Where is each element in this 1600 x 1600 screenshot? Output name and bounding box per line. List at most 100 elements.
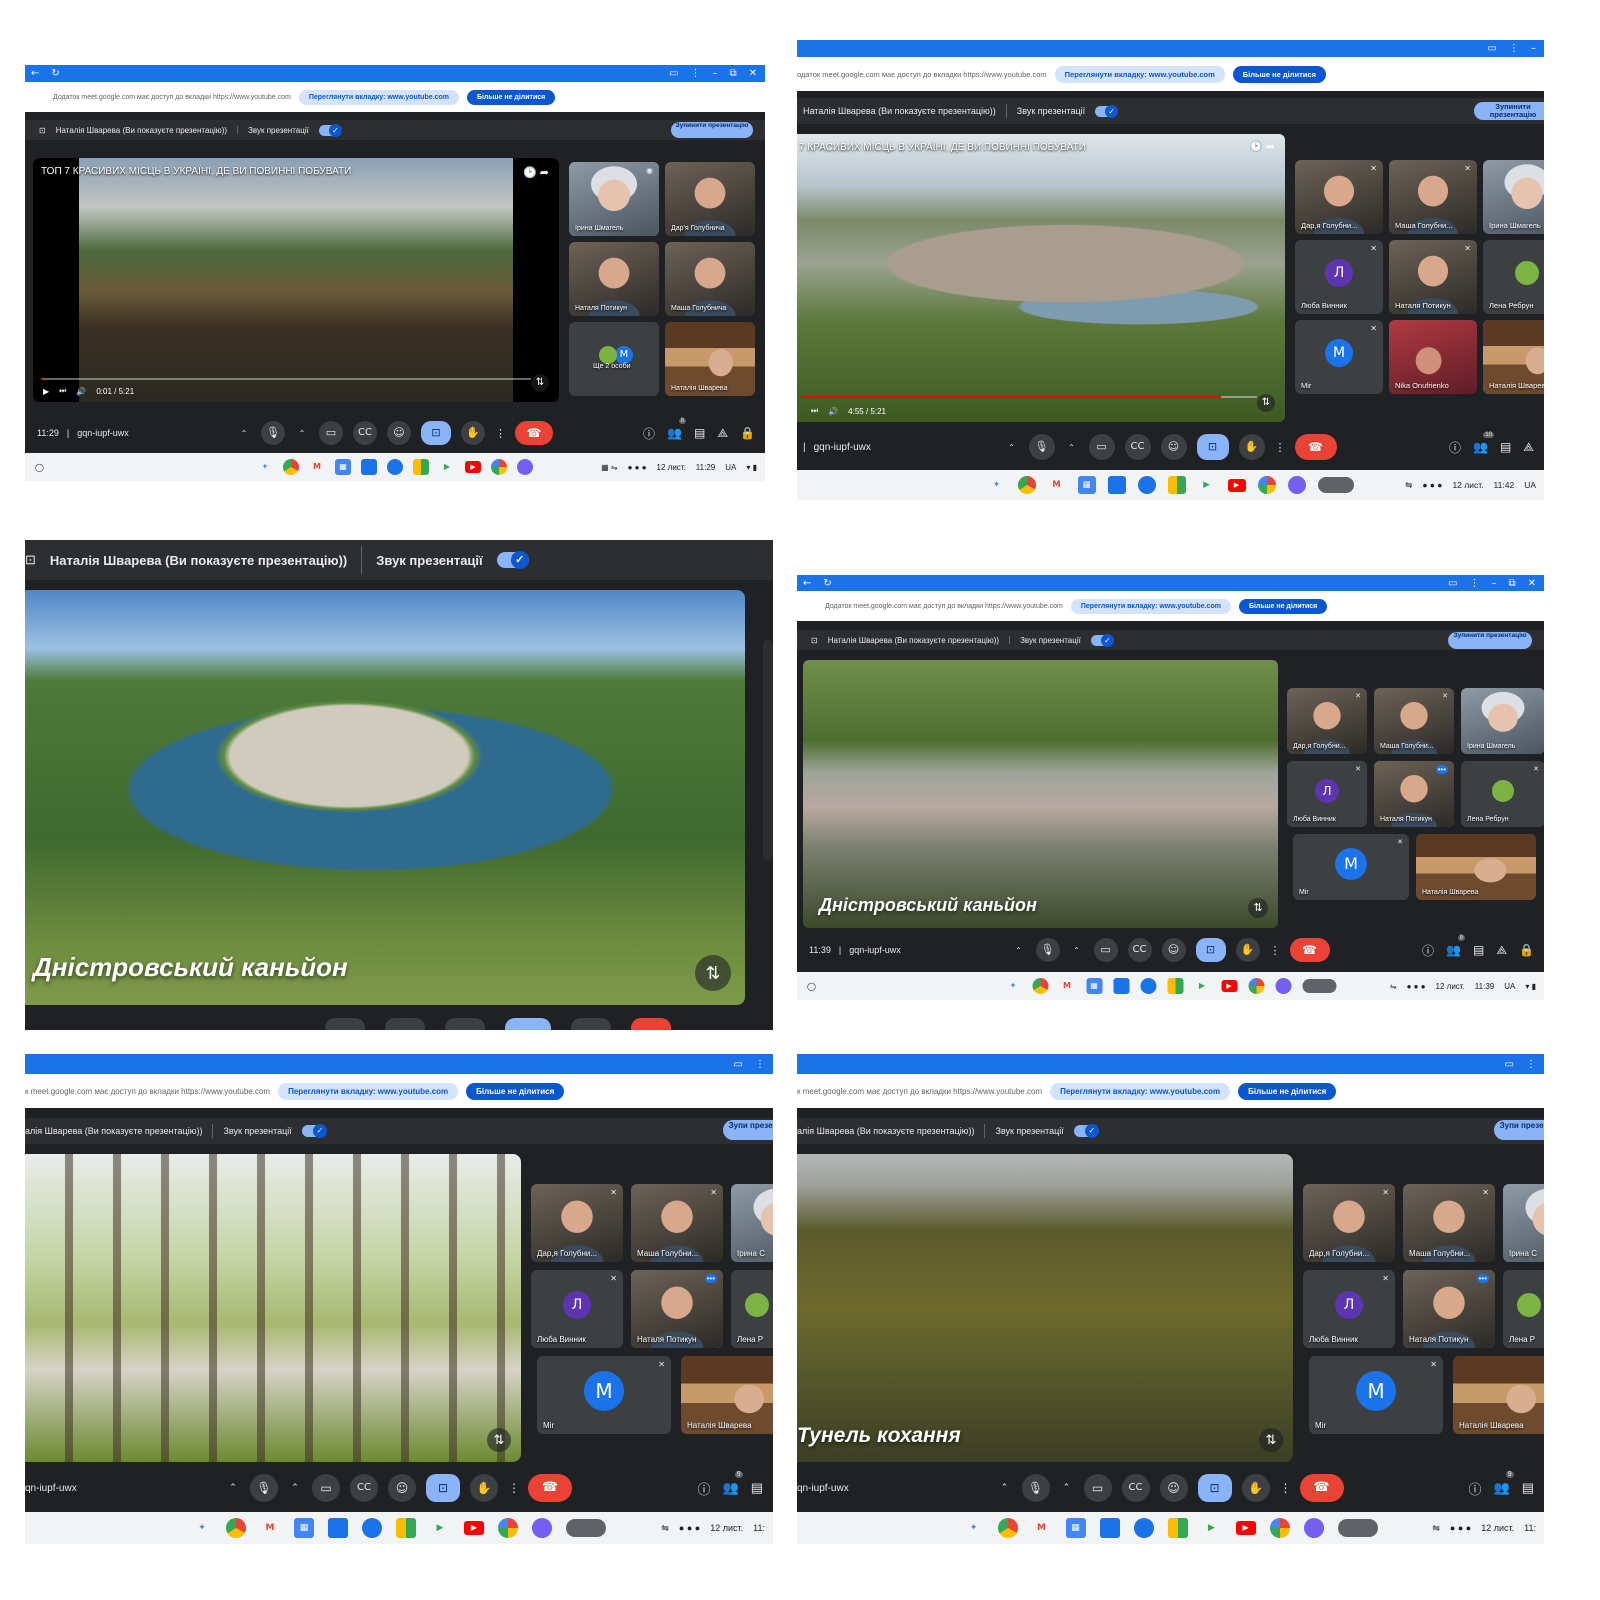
captions-icon[interactable]: CC: [1124, 434, 1151, 460]
present-screen-icon[interactable]: ⊡: [1196, 434, 1229, 460]
participant-tile[interactable]: ✕ Лена Ребрун: [1461, 761, 1544, 827]
gmail-icon[interactable]: M: [309, 459, 325, 475]
participant-tile[interactable]: Наталія Шварева: [665, 322, 755, 396]
youtube-icon[interactable]: ▶: [1221, 980, 1237, 992]
present-screen-icon[interactable]: ⊡: [1197, 1474, 1232, 1502]
raise-hand-icon[interactable]: ✋: [1235, 938, 1260, 962]
participant-tile[interactable]: Л ✕ Люба Винник: [1295, 240, 1383, 314]
settings-icon[interactable]: ⇅: [531, 374, 549, 392]
messages-icon[interactable]: [387, 459, 403, 475]
present-screen-icon[interactable]: ⊡: [1195, 938, 1226, 962]
chevron-up-icon[interactable]: ⌃: [1070, 946, 1084, 955]
chrome-icon[interactable]: [283, 459, 299, 475]
reload-icon[interactable]: ↻: [51, 68, 59, 79]
files-icon[interactable]: [1107, 476, 1126, 494]
participant-tile[interactable]: ✕ Маша Голубни...: [1374, 688, 1454, 754]
participant-tile[interactable]: M ✕ Mir: [1309, 1356, 1443, 1434]
assistant-icon[interactable]: ✦: [1005, 978, 1021, 994]
participant-tile[interactable]: ✕ Маша Голубни...: [1403, 1184, 1495, 1262]
meet-icon[interactable]: [1167, 978, 1183, 994]
chevron-up-icon[interactable]: ⌃: [295, 429, 309, 438]
info-icon[interactable]: ⓘ: [1422, 942, 1434, 959]
chrome-icon[interactable]: [997, 1518, 1018, 1538]
gmail-icon[interactable]: M: [260, 1518, 280, 1538]
play-store-icon[interactable]: ▶: [430, 1518, 450, 1538]
cast-icon[interactable]: ▭: [734, 1059, 743, 1070]
close-icon[interactable]: ✕: [1528, 578, 1536, 589]
restore-icon[interactable]: ⧉: [729, 68, 736, 79]
window-previews-icon[interactable]: [566, 1519, 606, 1537]
swap-layout-icon[interactable]: ⇅: [1259, 1428, 1283, 1452]
stop-presenting-button[interactable]: Зупинити презентацію: [671, 122, 753, 138]
viber-icon[interactable]: [532, 1518, 552, 1538]
play-icon[interactable]: ▶: [43, 387, 49, 396]
activities-icon[interactable]: ⟁: [717, 426, 728, 441]
chevron-up-icon[interactable]: ⌃: [237, 429, 251, 438]
calendar-icon[interactable]: ▦: [1077, 476, 1096, 494]
youtube-icon[interactable]: ▶: [1235, 1521, 1256, 1535]
camera-icon[interactable]: ▭: [312, 1474, 340, 1502]
microphone-icon[interactable]: 🎙: [1028, 434, 1055, 460]
more-vert-icon[interactable]: ⋮: [1270, 944, 1281, 957]
participant-tile[interactable]: Наталія Шварева: [1416, 834, 1536, 900]
more-vert-icon[interactable]: ⋮: [508, 1481, 520, 1495]
participant-tile[interactable]: Наталія Шварева: [1483, 320, 1544, 394]
emoji-icon[interactable]: ☺: [1161, 938, 1186, 962]
end-call-icon[interactable]: ☎: [515, 421, 553, 445]
gmail-icon[interactable]: M: [1032, 1518, 1052, 1538]
menu-icon[interactable]: ⋮: [690, 68, 700, 79]
stop-presenting-button[interactable]: Зупинити презентацію: [1474, 102, 1544, 120]
swap-layout-icon[interactable]: ⇅: [695, 955, 731, 991]
view-tab-button[interactable]: Переглянути вкладку: www.youtube.com: [298, 89, 459, 105]
calendar-icon[interactable]: ▦: [1086, 978, 1102, 994]
messages-icon[interactable]: [1137, 476, 1156, 494]
stop-presenting-button[interactable]: Зупи презен: [1494, 1120, 1544, 1140]
more-horiz-icon[interactable]: •••: [704, 1274, 717, 1283]
video-progress-bar[interactable]: [41, 378, 531, 380]
viber-icon[interactable]: [517, 459, 533, 475]
chat-icon[interactable]: ▤: [1522, 1480, 1534, 1496]
camera-icon[interactable]: ▭: [1088, 434, 1115, 460]
video-progress-bar[interactable]: [801, 396, 1257, 398]
chevron-up-icon[interactable]: ⌃: [1065, 443, 1079, 452]
emoji-icon[interactable]: ☺: [1159, 1474, 1188, 1502]
chevron-up-icon[interactable]: ⌃: [1060, 1483, 1074, 1493]
end-call-icon[interactable]: ☎: [1299, 1474, 1344, 1502]
close-icon[interactable]: ✕: [749, 68, 757, 79]
participant-tile[interactable]: Маша Голубнича: [665, 242, 755, 316]
launcher-icon[interactable]: ◯: [35, 463, 44, 472]
host-controls-icon[interactable]: 🔒: [740, 426, 755, 440]
view-tab-button[interactable]: Переглянути вкладку: www.youtube.com: [1070, 598, 1231, 614]
camera-icon[interactable]: ▭: [1083, 1474, 1112, 1502]
raise-hand-icon[interactable]: ✋: [1238, 434, 1265, 460]
stop-sharing-button[interactable]: Більше не ділитися: [466, 1082, 565, 1100]
info-icon[interactable]: ⓘ: [1449, 439, 1461, 456]
participant-tile[interactable]: Ірина С: [731, 1184, 773, 1262]
more-vert-icon[interactable]: ⋮: [1275, 441, 1286, 454]
youtube-icon[interactable]: ▶: [464, 1521, 484, 1535]
reload-icon[interactable]: ↻: [823, 578, 831, 589]
cast-icon[interactable]: ▭: [1448, 578, 1457, 589]
participant-tile[interactable]: Л ✕ Люба Винник: [531, 1270, 623, 1348]
window-previews-icon[interactable]: [1337, 1519, 1378, 1537]
cast-icon[interactable]: ▭: [669, 68, 678, 79]
swap-layout-icon[interactable]: ⇅: [487, 1428, 511, 1452]
participant-tile[interactable]: Л ✕ Люба Винник: [1303, 1270, 1395, 1348]
play-store-icon[interactable]: ▶: [1198, 476, 1216, 494]
assistant-icon[interactable]: ✦: [964, 1518, 984, 1538]
view-tab-button[interactable]: Переглянути вкладку: www.youtube.com: [1050, 1082, 1231, 1100]
participant-tile[interactable]: ✕ Дар,я Голубни...: [1287, 688, 1367, 754]
files-icon[interactable]: [361, 459, 377, 475]
emoji-icon[interactable]: ☺: [1160, 434, 1187, 460]
participant-tile[interactable]: ✕ Наталя Потикун: [1389, 240, 1477, 314]
shared-video[interactable]: ТОП 7 КРАСИВИХ МІСЦЬ В УКРАЇНІ, ДЕ ВИ ПО…: [33, 158, 559, 402]
files-icon[interactable]: [1099, 1518, 1120, 1538]
presentation-audio-toggle[interactable]: ✓: [1095, 104, 1119, 118]
chevron-up-icon[interactable]: ⌃: [998, 1483, 1012, 1493]
back-arrow-icon[interactable]: ←: [803, 578, 811, 589]
minimize-icon[interactable]: –: [1491, 578, 1496, 589]
chevron-up-icon[interactable]: ⌃: [1012, 946, 1026, 955]
captions-icon[interactable]: CC: [353, 421, 377, 445]
emoji-icon[interactable]: ☺: [388, 1474, 416, 1502]
participant-tile[interactable]: Лена Р: [731, 1270, 773, 1348]
